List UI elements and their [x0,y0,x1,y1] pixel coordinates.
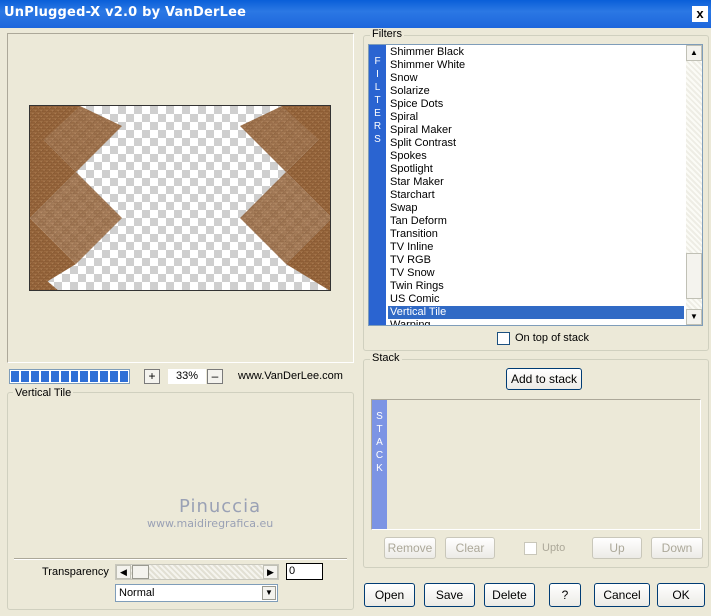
close-button[interactable]: x [692,6,708,22]
progress-bar [9,369,130,384]
filters-strip: FILTERS [369,45,386,325]
settings-title: Vertical Tile [13,387,74,399]
strip-letter: K [376,463,383,474]
filter-item[interactable]: Spotlight [388,163,684,176]
watermark-name: Pinuccia [179,496,262,517]
clear-button[interactable]: Clear [445,537,495,559]
website-link[interactable]: www.VanDerLee.com [238,370,343,382]
scroll-thumb[interactable] [686,253,702,299]
filter-item[interactable]: Shimmer White [388,59,684,72]
transparency-label: Transparency [42,566,109,578]
zoom-out-button[interactable]: – [207,369,223,384]
filters-title: Filters [370,28,404,40]
filter-item[interactable]: Spiral [388,111,684,124]
divider [14,558,347,560]
filter-item[interactable]: Warping [388,319,684,325]
filter-item[interactable]: TV Inline [388,241,684,254]
strip-letter: T [374,95,381,106]
strip-letter: S [376,411,383,422]
chevron-down-icon[interactable]: ▼ [262,586,276,600]
remove-button[interactable]: Remove [384,537,436,559]
zoom-level: 33% [168,369,206,384]
strip-letter: F [374,56,381,67]
filter-items[interactable]: Shimmer Black Shimmer White Snow Solarize Sp… [388,46,684,325]
transparency-slider[interactable]: ◀ ▶ [115,564,279,580]
filter-item[interactable]: Spokes [388,150,684,163]
filter-item[interactable]: Snow [388,72,684,85]
slider-thumb[interactable] [132,565,149,579]
help-button[interactable]: ? [549,583,581,607]
filter-item[interactable]: Star Maker [388,176,684,189]
filter-item[interactable]: Starchart [388,189,684,202]
ok-button[interactable]: OK [657,583,705,607]
scroll-down-icon[interactable]: ▼ [686,309,702,325]
filter-item[interactable]: Spice Dots [388,98,684,111]
cancel-button[interactable]: Cancel [594,583,650,607]
filter-item[interactable]: Spiral Maker [388,124,684,137]
upto-label: Upto [542,542,566,554]
transparency-input[interactable]: 0 [286,563,323,580]
filter-item[interactable]: Tan Deform [388,215,684,228]
blend-mode-select[interactable]: Normal ▼ [115,584,278,602]
filter-item[interactable]: Twin Rings [388,280,684,293]
preview-image[interactable] [29,105,331,291]
add-to-stack-button[interactable]: Add to stack [506,368,582,390]
filter-item[interactable]: Vertical Tile [388,306,684,319]
slider-right-arrow-icon[interactable]: ▶ [263,565,278,579]
title-bar[interactable]: UnPlugged-X v2.0 by VanDerLee x [0,0,711,28]
filter-item[interactable]: TV Snow [388,267,684,280]
filter-item[interactable]: Transition [388,228,684,241]
filter-list[interactable]: FILTERS Shimmer Black Shimmer White Snow So… [368,44,703,326]
filter-scrollbar[interactable]: ▲ ▼ [686,45,702,325]
open-button[interactable]: Open [364,583,415,607]
zoom-in-button[interactable]: + [144,369,160,384]
upto-checkbox[interactable] [524,542,537,555]
on-top-checkbox[interactable] [497,332,510,345]
strip-letter: C [375,450,384,461]
filter-item[interactable]: Split Contrast [388,137,684,150]
filter-item[interactable]: Swap [388,202,684,215]
preview-tile-art [30,106,330,290]
filter-item[interactable]: Shimmer Black [388,46,684,59]
strip-letter: L [374,82,381,93]
stack-list[interactable]: STACK [371,399,701,530]
strip-letter: A [376,437,383,448]
on-top-label: On top of stack [515,332,589,344]
stack-title: Stack [370,352,402,364]
strip-letter: R [373,121,382,132]
watermark-site: www.maidiregrafica.eu [147,517,274,530]
filter-item[interactable]: US Comic [388,293,684,306]
strip-letter: S [374,134,381,145]
filter-item[interactable]: Solarize [388,85,684,98]
strip-letter: T [376,424,383,435]
stack-strip: STACK [372,400,387,529]
slider-left-arrow-icon[interactable]: ◀ [116,565,131,579]
scroll-up-icon[interactable]: ▲ [686,45,702,61]
window-title: UnPlugged-X v2.0 by VanDerLee [4,5,247,20]
strip-letter: I [376,69,379,80]
filter-item[interactable]: TV RGB [388,254,684,267]
delete-button[interactable]: Delete [484,583,535,607]
strip-letter: E [374,108,381,119]
up-button[interactable]: Up [592,537,642,559]
down-button[interactable]: Down [651,537,703,559]
save-button[interactable]: Save [424,583,475,607]
blend-mode-value: Normal [119,587,155,599]
